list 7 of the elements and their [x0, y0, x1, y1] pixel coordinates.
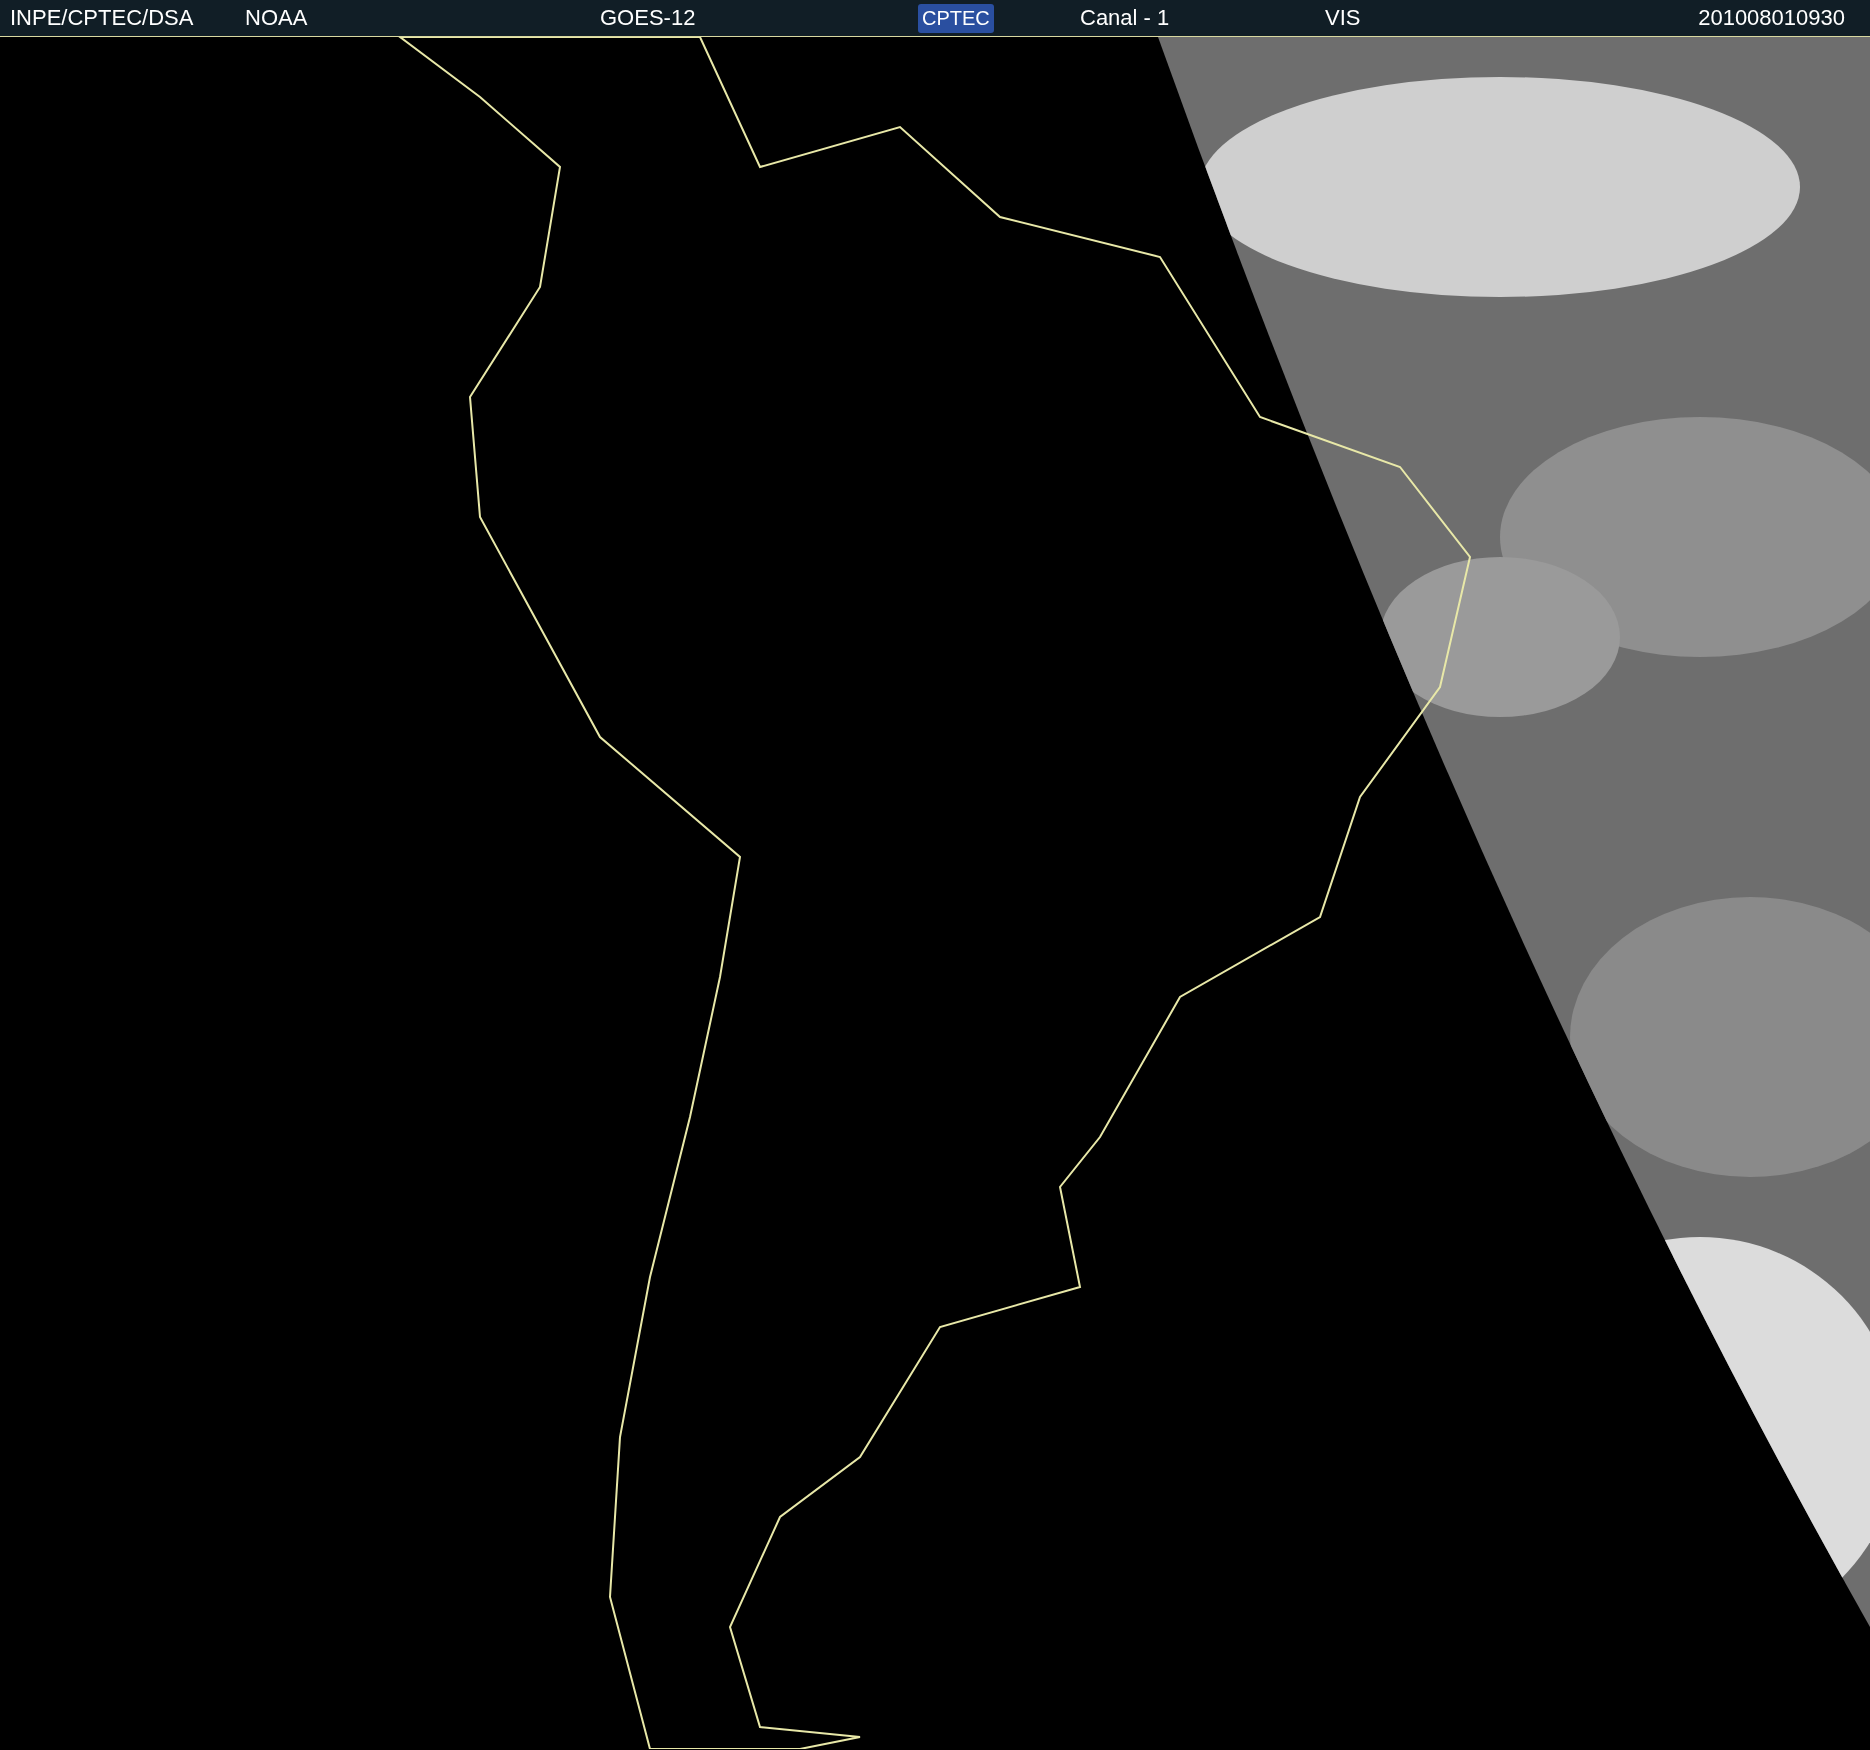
- agency-label: NOAA: [245, 5, 309, 31]
- band-label: VIS: [1325, 5, 1362, 31]
- channel-label: Canal - 1: [1080, 5, 1171, 31]
- source-label: INPE/CPTEC/DSA: [10, 5, 195, 31]
- logo: CPTEC: [918, 3, 994, 33]
- satellite-label: GOES-12: [600, 5, 697, 31]
- timestamp-label: 201008010930: [1698, 5, 1845, 31]
